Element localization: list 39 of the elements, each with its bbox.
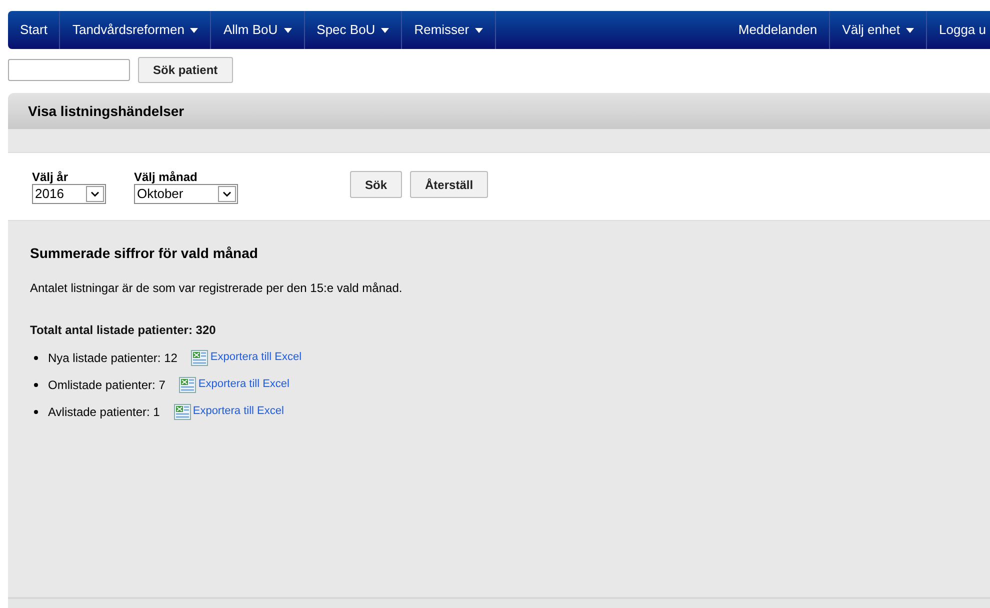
summary-note: Antalet listningar är de som var registrerade per den 15:e vald månad.	[30, 280, 404, 297]
count-text: Nya listade patienter: 12	[48, 350, 178, 366]
export-link[interactable]: Exportera till Excel	[210, 349, 302, 366]
caret-icon	[906, 28, 914, 32]
panel-title: Visa listningshändelser	[28, 102, 184, 121]
spreadsheet-icon	[174, 404, 191, 420]
bullet-icon	[34, 410, 38, 414]
bullet-icon	[34, 382, 38, 386]
chevron-down-icon	[218, 186, 236, 202]
form-button[interactable]: Återställ	[410, 171, 488, 198]
search-patient-button[interactable]: Sök patient	[138, 57, 233, 83]
caret-icon	[381, 28, 390, 32]
nav-link[interactable]: Spec BoU	[304, 11, 402, 49]
chevron-down-icon	[86, 186, 104, 202]
field-label: Välj månad	[134, 170, 198, 184]
caret-icon	[475, 28, 484, 32]
count-text: Avlistade patienter: 1	[48, 404, 160, 420]
nav-link[interactable]: Logga u	[927, 11, 990, 49]
form-button[interactable]: Sök	[350, 171, 402, 198]
nav-link[interactable]: Meddelanden	[726, 11, 830, 49]
bullet-icon	[34, 356, 38, 360]
nav-link[interactable]: Tandvårdsreformen	[60, 11, 212, 49]
count-text: Omlistade patienter: 7	[48, 376, 166, 394]
total-count: Totalt antal listade patienter: 320	[30, 322, 217, 339]
nav-link[interactable]: Remisser	[402, 11, 496, 49]
patient-search-field[interactable]	[8, 59, 130, 81]
nav-link[interactable]: Start	[8, 11, 60, 49]
export-link[interactable]: Exportera till Excel	[198, 376, 290, 393]
caret-icon	[190, 28, 198, 32]
spreadsheet-icon	[191, 350, 208, 366]
summary-heading: Summerade siffror för vald månad	[30, 244, 259, 263]
select-field[interactable]: 2016	[32, 184, 106, 204]
nav-link[interactable]: Välj enhet	[830, 11, 927, 49]
select-field[interactable]: Oktober	[134, 184, 238, 204]
spreadsheet-icon	[179, 376, 196, 392]
nav-link[interactable]: Allm BoU	[211, 11, 305, 49]
export-link[interactable]: Exportera till Excel	[192, 403, 284, 420]
field-label: Välj år	[32, 170, 70, 184]
caret-icon	[284, 28, 292, 32]
